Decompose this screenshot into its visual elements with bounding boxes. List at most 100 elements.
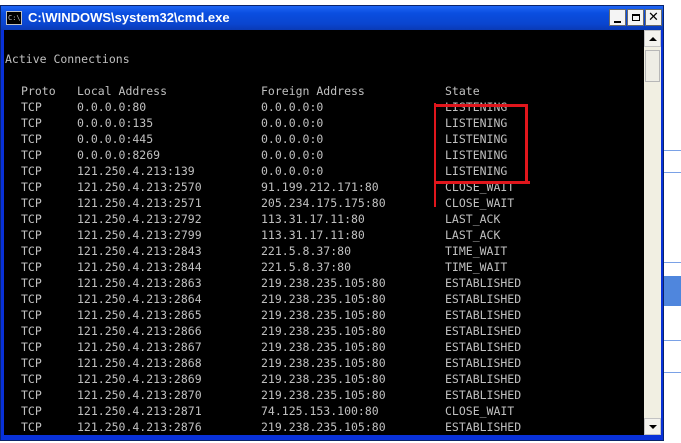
cell-local-address: 121.250.4.213:2570 — [77, 180, 202, 194]
cell-foreign-address: 221.5.8.37:80 — [261, 244, 352, 258]
cell-proto: TCP — [21, 132, 42, 146]
connection-row: TCP 121.250.4.213:2570 91.199.212.171:80 CL… — [4, 179, 644, 195]
cell-proto: TCP — [21, 180, 42, 194]
console-output[interactable]: Active Connections Proto Local Address F… — [4, 30, 644, 435]
cell-state: LISTENING — [445, 148, 508, 162]
cell-proto: TCP — [21, 228, 42, 242]
minimize-icon — [614, 20, 621, 23]
background-window-edge — [664, 0, 681, 443]
cell-local-address: 121.250.4.213:2867 — [77, 340, 202, 354]
connection-row: TCP 121.250.4.213:2792 113.31.17.11:80 LAST… — [4, 211, 644, 227]
background-divider — [664, 150, 681, 151]
cell-proto: TCP — [21, 324, 42, 338]
cell-state: ESTABLISHED — [445, 324, 522, 338]
connection-row: TCP 0.0.0.0:135 0.0.0.0:0 LISTENING — [4, 115, 644, 131]
cell-proto: TCP — [21, 100, 42, 114]
cell-state: ESTABLISHED — [445, 356, 522, 370]
cell-foreign-address: 0.0.0.0:0 — [261, 100, 324, 114]
cell-state: LAST_ACK — [445, 228, 501, 242]
cell-proto: TCP — [21, 148, 42, 162]
connection-row: TCP 121.250.4.213:2871 74.125.153.100:80 CL… — [4, 403, 644, 419]
scroll-down-arrow-icon — [648, 424, 657, 429]
cell-state: ESTABLISHED — [445, 276, 522, 290]
cell-foreign-address: 113.31.17.11:80 — [261, 212, 365, 226]
column-header-row: Proto Local Address Foreign Address Stat… — [4, 83, 644, 99]
cell-local-address: 0.0.0.0:8269 — [77, 148, 161, 162]
maximize-icon — [631, 14, 640, 21]
cell-foreign-address: 219.238.235.105:80 — [261, 308, 386, 322]
cell-foreign-address: 0.0.0.0:0 — [261, 148, 324, 162]
column-header-proto: Proto — [21, 84, 56, 98]
cell-foreign-address: 0.0.0.0:0 — [261, 164, 324, 178]
connection-row: TCP 0.0.0.0:80 0.0.0.0:0 LISTENING — [4, 99, 644, 115]
connection-row: TCP 121.250.4.213:2799 113.31.17.11:80 LAST… — [4, 227, 644, 243]
cell-foreign-address: 219.238.235.105:80 — [261, 324, 386, 338]
connection-row: TCP 121.250.4.213:2863 219.238.235.105:80 E… — [4, 275, 644, 291]
cell-local-address: 121.250.4.213:139 — [77, 164, 195, 178]
connection-row: TCP 121.250.4.213:2867 219.238.235.105:80 E… — [4, 339, 644, 355]
cell-foreign-address: 74.125.153.100:80 — [261, 404, 379, 418]
cmd-window[interactable]: C:\ C:\WINDOWS\system32\cmd.exe ✕ Active… — [0, 5, 664, 441]
connection-row: TCP 121.250.4.213:2864 219.238.235.105:80 E… — [4, 291, 644, 307]
connection-row: TCP 121.250.4.213:2844 221.5.8.37:80 TIME_W… — [4, 259, 644, 275]
cell-local-address: 0.0.0.0:135 — [77, 116, 154, 130]
cell-foreign-address: 0.0.0.0:0 — [261, 116, 324, 130]
cell-local-address: 121.250.4.213:2792 — [77, 212, 202, 226]
scroll-down-button[interactable] — [644, 418, 661, 435]
cell-proto: TCP — [21, 372, 42, 386]
connection-row: TCP 121.250.4.213:2868 219.238.235.105:80 E… — [4, 355, 644, 371]
column-header-state: State — [445, 84, 480, 98]
background-divider — [664, 340, 681, 341]
cell-local-address: 121.250.4.213:2866 — [77, 324, 202, 338]
cell-state: ESTABLISHED — [445, 292, 522, 306]
cell-local-address: 0.0.0.0:80 — [77, 100, 147, 114]
cell-state: TIME_WAIT — [445, 260, 508, 274]
minimize-button[interactable] — [609, 9, 626, 26]
cell-proto: TCP — [21, 292, 42, 306]
close-button[interactable]: ✕ — [645, 9, 662, 26]
section-heading: Active Connections — [5, 52, 130, 66]
cell-proto: TCP — [21, 244, 42, 258]
cell-local-address: 121.250.4.213:2863 — [77, 276, 202, 290]
cell-proto: TCP — [21, 308, 42, 322]
annotation-top-line — [434, 104, 528, 107]
cell-foreign-address: 219.238.235.105:80 — [261, 276, 386, 290]
connection-row: TCP 121.250.4.213:2870 219.238.235.105:80 E… — [4, 387, 644, 403]
cmd-icon[interactable]: C:\ — [6, 11, 22, 25]
cell-state: TIME_WAIT — [445, 244, 508, 258]
cell-state: ESTABLISHED — [445, 420, 522, 434]
cell-local-address: 121.250.4.213:2844 — [77, 260, 202, 274]
background-divider — [664, 172, 681, 173]
vertical-scrollbar[interactable] — [644, 30, 661, 435]
connection-row: TCP 121.250.4.213:2869 219.238.235.105:80 E… — [4, 371, 644, 387]
cell-state: ESTABLISHED — [445, 372, 522, 386]
column-header-local-address: Local Address — [77, 84, 168, 98]
cell-state: LAST_ACK — [445, 212, 501, 226]
cell-proto: TCP — [21, 340, 42, 354]
cell-state: ESTABLISHED — [445, 388, 522, 402]
cell-local-address: 121.250.4.213:2870 — [77, 388, 202, 402]
cell-state: CLOSE_WAIT — [445, 196, 515, 210]
cell-foreign-address: 113.31.17.11:80 — [261, 228, 365, 242]
scroll-up-button[interactable] — [644, 30, 661, 47]
window-title: C:\WINDOWS\system32\cmd.exe — [28, 10, 230, 25]
connection-row: TCP 121.250.4.213:2865 219.238.235.105:80 E… — [4, 307, 644, 323]
cell-local-address: 121.250.4.213:2865 — [77, 308, 202, 322]
title-bar[interactable]: C:\ C:\WINDOWS\system32\cmd.exe ✕ — [1, 6, 663, 30]
maximize-button[interactable] — [627, 9, 644, 26]
connection-row: TCP 121.250.4.213:2571 205.234.175.175:80 C… — [4, 195, 644, 211]
cell-proto: TCP — [21, 276, 42, 290]
scrollbar-thumb[interactable] — [645, 50, 660, 82]
connection-row: TCP 0.0.0.0:445 0.0.0.0:0 LISTENING — [4, 131, 644, 147]
connection-row: TCP 121.250.4.213:2876 219.238.235.105:80 E… — [4, 419, 644, 435]
cell-state: CLOSE_WAIT — [445, 404, 515, 418]
cell-local-address: 121.250.4.213:2868 — [77, 356, 202, 370]
cell-local-address: 121.250.4.213:2869 — [77, 372, 202, 386]
cell-foreign-address: 219.238.235.105:80 — [261, 356, 386, 370]
cell-proto: TCP — [21, 356, 42, 370]
scroll-up-arrow-icon — [648, 36, 657, 41]
cell-local-address: 121.250.4.213:2864 — [77, 292, 202, 306]
connection-row: TCP 121.250.4.213:2866 219.238.235.105:80 E… — [4, 323, 644, 339]
connection-row: TCP 0.0.0.0:8269 0.0.0.0:0 LISTENING — [4, 147, 644, 163]
cell-local-address: 121.250.4.213:2871 — [77, 404, 202, 418]
